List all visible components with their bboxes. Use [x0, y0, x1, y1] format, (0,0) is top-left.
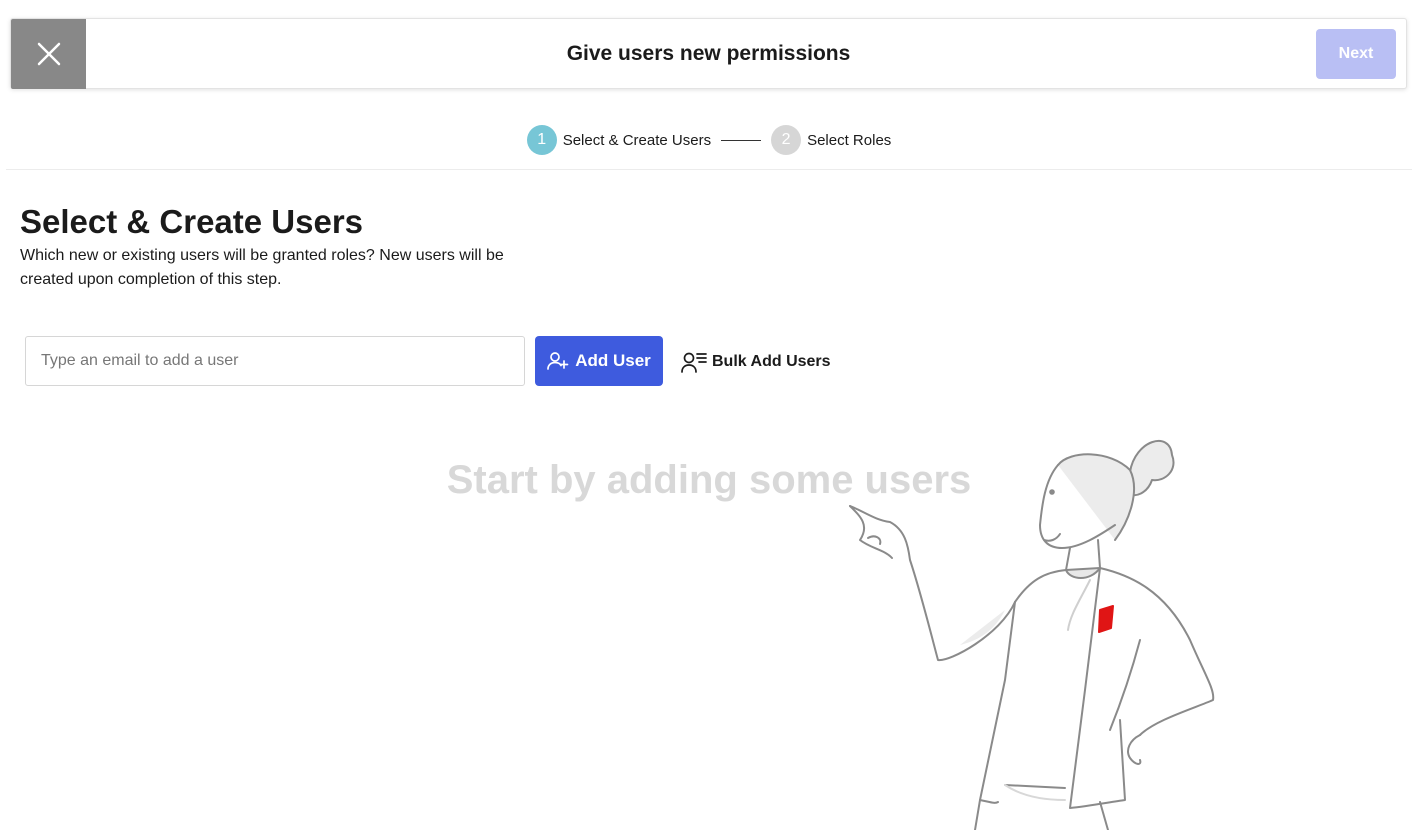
- section-description: Which new or existing users will be gran…: [20, 247, 504, 288]
- add-user-icon: [547, 352, 569, 370]
- close-icon: [37, 42, 60, 66]
- step-select-create-users[interactable]: 1 Select & Create Users: [526, 125, 712, 155]
- step-connector: [721, 139, 762, 141]
- woman-pointing-illustration: [849, 439, 1215, 830]
- step-number-badge: 1: [526, 125, 557, 155]
- add-user-label: Add User: [575, 351, 651, 370]
- user-list-icon: [681, 352, 707, 373]
- step-select-roles[interactable]: 2 Select Roles: [771, 125, 891, 155]
- modal-header: Give users new permissions Next: [10, 18, 1407, 89]
- section-title: Select & Create Users: [20, 203, 364, 240]
- next-button[interactable]: Next: [1316, 29, 1396, 79]
- bulk-add-users-button[interactable]: Bulk Add Users: [675, 340, 837, 384]
- step-label: Select Roles: [807, 131, 892, 149]
- close-button[interactable]: [11, 19, 86, 89]
- add-user-button[interactable]: Add User: [535, 336, 663, 386]
- header-divider: [6, 169, 1412, 170]
- stepper: 1 Select & Create Users 2 Select Roles: [0, 124, 1418, 156]
- page-header-title: Give users new permissions: [566, 42, 851, 65]
- step-number-badge: 2: [771, 125, 802, 155]
- bulk-add-users-label: Bulk Add Users: [712, 353, 831, 370]
- email-input[interactable]: [25, 336, 525, 386]
- step-label: Select & Create Users: [562, 131, 712, 149]
